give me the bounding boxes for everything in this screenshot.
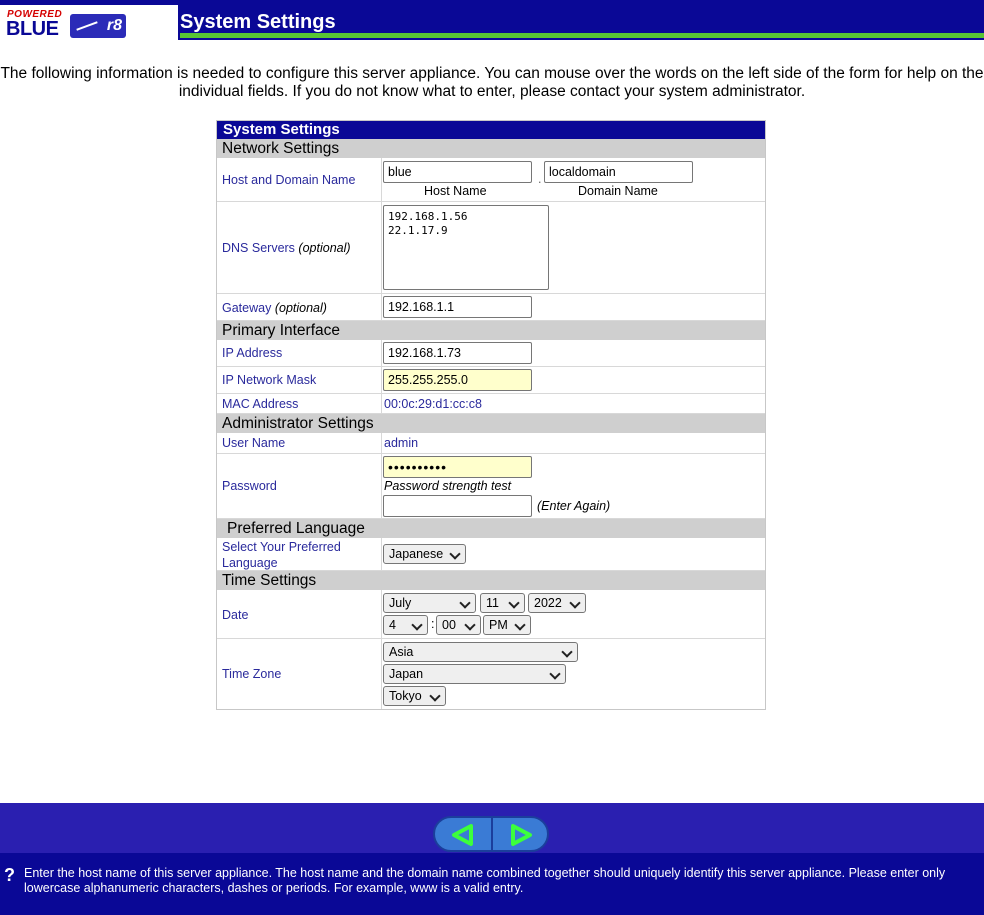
footer-bar: ? Enter the host name of this server app…: [0, 803, 984, 915]
row-language: Select Your Preferred Language Japanese: [217, 538, 765, 571]
ip-address-input[interactable]: [383, 342, 532, 364]
domain-name-caption: Domain Name: [578, 184, 658, 198]
mac-address-label[interactable]: MAC Address: [222, 396, 298, 412]
form-title: System Settings: [217, 121, 765, 139]
next-button[interactable]: [493, 818, 549, 850]
password-label[interactable]: Password: [222, 478, 277, 494]
language-select-value: Japanese: [389, 547, 444, 561]
dns-servers-label[interactable]: DNS Servers (optional): [222, 240, 351, 256]
hour-select[interactable]: 4: [383, 615, 428, 635]
gateway-label-text: Gateway: [222, 301, 272, 315]
minute-select-value: 00: [442, 618, 456, 632]
tz-region-value: Asia: [389, 645, 414, 659]
chevron-down-icon: [508, 597, 520, 609]
logo-version-badge: r8: [70, 14, 126, 38]
network-mask-label[interactable]: IP Network Mask: [222, 372, 316, 388]
chevron-down-icon: [514, 619, 526, 631]
day-select[interactable]: 11: [480, 593, 525, 613]
row-dns-servers: DNS Servers (optional) 192.168.1.56 22.1…: [217, 202, 765, 294]
question-mark-icon: ?: [4, 865, 15, 885]
chevron-down-icon: [449, 548, 461, 560]
chevron-down-icon: [459, 597, 471, 609]
minute-select[interactable]: 00: [436, 615, 481, 635]
month-select[interactable]: July: [383, 593, 476, 613]
tz-city-value: Tokyo: [389, 689, 422, 703]
ampm-select[interactable]: PM: [483, 615, 531, 635]
domain-name-input[interactable]: [544, 161, 693, 183]
ampm-select-value: PM: [489, 618, 508, 632]
language-label[interactable]: Select Your Preferred Language: [222, 539, 372, 571]
page-title: System Settings: [180, 11, 336, 33]
dns-servers-label-text: DNS Servers: [222, 241, 295, 255]
section-network-settings: Network Settings: [217, 139, 765, 158]
chevron-down-icon: [429, 690, 441, 702]
row-host-domain: Host and Domain Name . Host Name Domain …: [217, 158, 765, 202]
intro-text: The following information is needed to c…: [0, 65, 984, 100]
logo-version-text: r8: [106, 17, 122, 34]
section-primary-interface: Primary Interface: [217, 321, 765, 340]
dns-servers-textarea[interactable]: 192.168.1.56 22.1.17.9: [383, 205, 549, 290]
mac-address-value: 00:0c:29:d1:cc:c8: [384, 397, 482, 411]
chevron-down-icon: [549, 668, 561, 680]
row-gateway: Gateway (optional): [217, 294, 765, 321]
day-select-value: 11: [486, 596, 499, 610]
chevron-down-icon: [464, 619, 476, 631]
network-mask-input[interactable]: [383, 369, 532, 391]
enter-again-text: (Enter Again): [537, 499, 611, 513]
password-input[interactable]: [383, 456, 532, 478]
section-administrator-settings: Administrator Settings: [217, 414, 765, 433]
row-network-mask: IP Network Mask: [217, 367, 765, 394]
year-select-value: 2022: [534, 596, 562, 610]
dns-optional-text: (optional): [298, 241, 351, 255]
row-ip-address: IP Address: [217, 340, 765, 367]
tz-city-select[interactable]: Tokyo: [383, 686, 446, 706]
section-preferred-language: Preferred Language: [217, 519, 765, 538]
host-domain-dot: .: [538, 172, 542, 186]
time-zone-label[interactable]: Time Zone: [222, 666, 281, 682]
host-domain-label[interactable]: Host and Domain Name: [222, 172, 355, 188]
month-select-value: July: [389, 596, 412, 610]
user-name-value: admin: [384, 436, 419, 450]
row-date: Date July 11 2022 4 : 00 PM: [217, 590, 765, 639]
system-settings-form: System Settings Network Settings Host an…: [216, 120, 766, 710]
time-colon: :: [431, 617, 435, 631]
host-name-input[interactable]: [383, 161, 532, 183]
gateway-optional-text: (optional): [274, 301, 327, 315]
host-name-caption: Host Name: [424, 184, 487, 198]
wizard-nav-buttons: [433, 816, 549, 852]
help-bar: ? Enter the host name of this server app…: [0, 853, 984, 915]
triangle-left-icon: [452, 824, 473, 846]
password-confirm-input[interactable]: [383, 495, 532, 517]
row-mac-address: MAC Address 00:0c:29:d1:cc:c8: [217, 394, 765, 414]
language-select[interactable]: Japanese: [383, 544, 466, 564]
date-label[interactable]: Date: [222, 607, 248, 623]
ip-address-label[interactable]: IP Address: [222, 345, 282, 361]
triangle-right-icon: [511, 824, 532, 846]
tz-country-value: Japan: [389, 667, 424, 681]
chevron-down-icon: [569, 597, 581, 609]
chevron-down-icon: [411, 619, 423, 631]
back-button[interactable]: [435, 818, 491, 850]
password-strength-text: Password strength test: [384, 479, 512, 493]
chevron-down-icon: [561, 646, 573, 658]
logo-blue-text: BLUE: [6, 18, 59, 40]
header-bar: POWERED BLUE r8 System Settings: [0, 0, 984, 40]
row-user-name: User Name admin: [217, 433, 765, 454]
tz-country-select[interactable]: Japan: [383, 664, 566, 684]
row-time-zone: Time Zone Asia Japan Tokyo: [217, 639, 765, 709]
year-select[interactable]: 2022: [528, 593, 586, 613]
powered-blue-logo: POWERED BLUE r8: [0, 5, 178, 40]
hour-select-value: 4: [389, 618, 396, 632]
gateway-input[interactable]: [383, 296, 532, 318]
section-time-settings: Time Settings: [217, 571, 765, 590]
user-name-label[interactable]: User Name: [222, 435, 285, 451]
gateway-label[interactable]: Gateway (optional): [222, 300, 327, 316]
help-text: Enter the host name of this server appli…: [24, 866, 946, 895]
header-accent-bar: [180, 33, 984, 38]
logo-swoosh-icon: [76, 21, 98, 31]
tz-region-select[interactable]: Asia: [383, 642, 578, 662]
row-password: Password Password strength test (Enter A…: [217, 454, 765, 519]
